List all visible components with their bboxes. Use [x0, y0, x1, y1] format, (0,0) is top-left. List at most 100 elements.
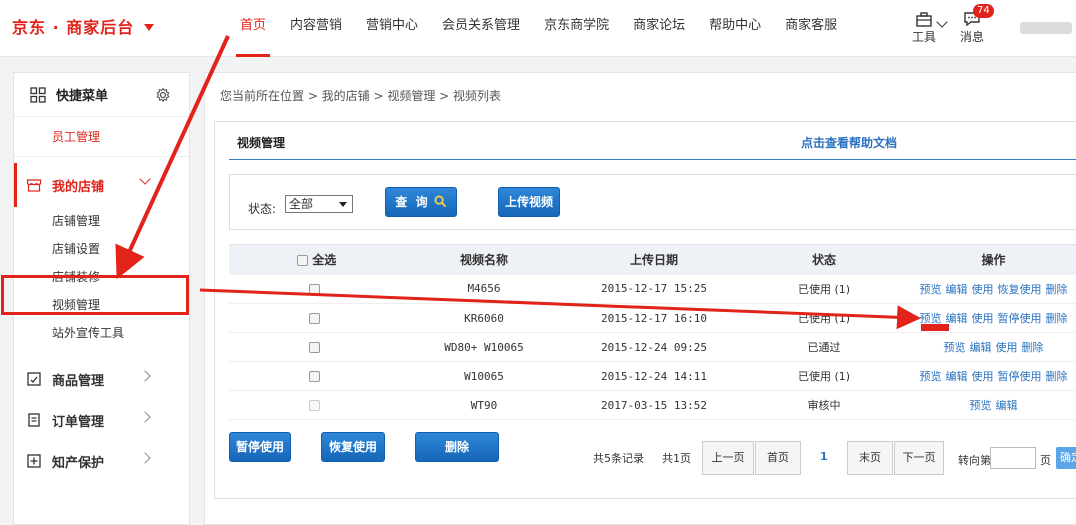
- goods-icon: [27, 372, 41, 386]
- upload-date: 2015-12-24 09:25: [569, 332, 739, 362]
- breadcrumb: 您当前所在位置 > 我的店铺 > 视频管理 > 视频列表: [220, 89, 502, 103]
- upload-date: 2017-03-15 13:52: [569, 390, 739, 420]
- column-header-ops: 操作: [909, 244, 1076, 275]
- row-actions: 预览 编辑 使用 暂停使用 删除: [909, 361, 1076, 391]
- sidebar-subitem[interactable]: 店铺设置: [14, 235, 189, 263]
- upload-video-button[interactable]: 上传视频: [498, 187, 560, 217]
- row-checkbox-cell: [229, 303, 399, 333]
- upload-date: 2015-12-17 15:25: [569, 274, 739, 304]
- video-panel: 视频管理 点击查看帮助文档 状态: 全部 查 询 上传视频 全选 视频名称 上传…: [214, 121, 1076, 499]
- row-action-link[interactable]: 预览: [920, 312, 942, 325]
- select-all-header[interactable]: 全选: [229, 244, 399, 275]
- resume-button[interactable]: 恢复使用: [321, 432, 385, 462]
- sidebar-item-staff[interactable]: 员工管理: [14, 117, 189, 157]
- sidebar-group-my-shop[interactable]: 我的店铺: [14, 163, 189, 207]
- row-checkbox[interactable]: [308, 342, 320, 353]
- row-action-link[interactable]: 使用: [996, 341, 1018, 354]
- sidebar-group[interactable]: 知产保护: [14, 439, 189, 483]
- nav-item[interactable]: 首页: [228, 0, 278, 57]
- row-action-link[interactable]: 使用: [972, 283, 994, 296]
- table-body: M4656 2015-12-17 15:25 已使用 (1) 预览 编辑 使用 恢复使用 删除…: [229, 274, 1076, 420]
- page-unit-label: 页: [1040, 454, 1051, 467]
- video-name: W10065: [399, 361, 569, 391]
- video-status: 已使用 (1): [739, 274, 909, 304]
- row-action-link[interactable]: 暂停使用: [998, 370, 1042, 383]
- last-page-button[interactable]: 末页: [847, 441, 893, 475]
- nav-item[interactable]: 商家论坛: [621, 0, 697, 57]
- sidebar-group[interactable]: 订单管理: [14, 398, 189, 442]
- row-action-link[interactable]: 编辑: [946, 370, 968, 383]
- chevron-right-icon: [139, 452, 151, 464]
- table-header-row: 全选 视频名称 上传日期 状态 操作: [229, 244, 1076, 275]
- delete-button[interactable]: 删除: [415, 432, 499, 462]
- row-action-link[interactable]: 删除: [1022, 341, 1044, 354]
- row-checkbox-cell: [229, 332, 399, 362]
- sidebar-group-label: 商品管理: [52, 373, 105, 389]
- row-checkbox-cell: [229, 390, 399, 420]
- sidebar-group[interactable]: 商品管理: [14, 357, 189, 401]
- main-content: 您当前所在位置 > 我的店铺 > 视频管理 > 视频列表 视频管理 点击查看帮助…: [204, 72, 1076, 525]
- user-name-blurred[interactable]: [1020, 22, 1072, 34]
- pause-button[interactable]: 暂停使用: [229, 432, 291, 462]
- quick-menu-header[interactable]: 快捷菜单: [14, 73, 189, 117]
- upload-date: 2015-12-17 16:10: [569, 303, 739, 333]
- video-status: 已使用 (1): [739, 303, 909, 333]
- row-action-link[interactable]: 删除: [1046, 283, 1068, 296]
- row-action-link[interactable]: 使用: [972, 370, 994, 383]
- chevron-right-icon: [139, 411, 151, 423]
- brand-logo[interactable]: 京东 · 商家后台: [12, 14, 155, 38]
- sidebar-groups: 商品管理订单管理知产保护: [14, 357, 189, 483]
- query-button[interactable]: 查 询: [385, 187, 457, 217]
- video-name: WT90: [399, 390, 569, 420]
- column-header-name: 视频名称: [399, 244, 569, 275]
- sidebar-subitem[interactable]: 站外宣传工具: [14, 319, 189, 347]
- row-action-link[interactable]: 删除: [1046, 312, 1068, 325]
- sidebar-group-label: 订单管理: [52, 414, 105, 430]
- row-action-link[interactable]: 暂停使用: [998, 312, 1042, 325]
- search-icon: [434, 195, 447, 208]
- status-select[interactable]: 全部: [285, 195, 353, 213]
- nav-item[interactable]: 营销中心: [354, 0, 430, 57]
- tools-menu[interactable]: 工具: [902, 10, 948, 46]
- brand-dropdown-icon: [144, 23, 155, 31]
- goto-confirm-button[interactable]: 确定: [1056, 447, 1076, 469]
- nav-item[interactable]: 会员关系管理: [430, 0, 532, 57]
- filter-bar: 状态: 全部 查 询 上传视频: [229, 174, 1076, 230]
- row-action-link[interactable]: 编辑: [996, 399, 1018, 412]
- row-action-link[interactable]: 预览: [920, 370, 942, 383]
- goto-page-input[interactable]: [990, 447, 1036, 469]
- nav-item[interactable]: 帮助中心: [697, 0, 773, 57]
- highlight-box: [1, 275, 189, 315]
- row-checkbox[interactable]: [308, 371, 320, 382]
- row-action-link[interactable]: 恢复使用: [998, 283, 1042, 296]
- nav-item[interactable]: 商家客服: [773, 0, 849, 57]
- messages-button[interactable]: 74 消息: [955, 4, 994, 46]
- next-page-button[interactable]: 下一页: [894, 441, 944, 475]
- row-checkbox[interactable]: [308, 313, 320, 324]
- current-page[interactable]: 1: [820, 450, 828, 463]
- help-doc-link[interactable]: 点击查看帮助文档: [801, 134, 897, 151]
- table-row: WD80+ W10065 2015-12-24 09:25 已通过 预览 编辑 使用 删除: [229, 332, 1076, 362]
- shop-icon: [26, 179, 42, 192]
- row-checkbox[interactable]: [308, 283, 320, 295]
- first-page-button[interactable]: 首页: [755, 441, 801, 475]
- row-action-link[interactable]: 删除: [1046, 370, 1068, 383]
- row-action-link[interactable]: 编辑: [946, 283, 968, 296]
- video-name: KR6060: [399, 303, 569, 333]
- gear-icon[interactable]: [155, 87, 171, 103]
- prev-page-button[interactable]: 上一页: [702, 441, 754, 475]
- row-action-link[interactable]: 编辑: [946, 312, 968, 325]
- select-all-checkbox[interactable]: [297, 255, 308, 267]
- row-action-link[interactable]: 预览: [970, 399, 992, 412]
- row-action-link[interactable]: 预览: [920, 283, 942, 296]
- row-action-link[interactable]: 编辑: [970, 341, 992, 354]
- chevron-down-icon: [139, 173, 151, 185]
- nav-item[interactable]: 京东商学院: [532, 0, 621, 57]
- row-action-link[interactable]: 使用: [972, 312, 994, 325]
- row-action-link[interactable]: 预览: [944, 341, 966, 354]
- chevron-right-icon: [139, 370, 151, 382]
- row-actions: 预览 编辑 使用 恢复使用 删除: [909, 274, 1076, 304]
- ip-protection-icon: [27, 454, 41, 468]
- nav-item[interactable]: 内容营销: [278, 0, 354, 57]
- sidebar-subitem[interactable]: 店铺管理: [14, 207, 189, 235]
